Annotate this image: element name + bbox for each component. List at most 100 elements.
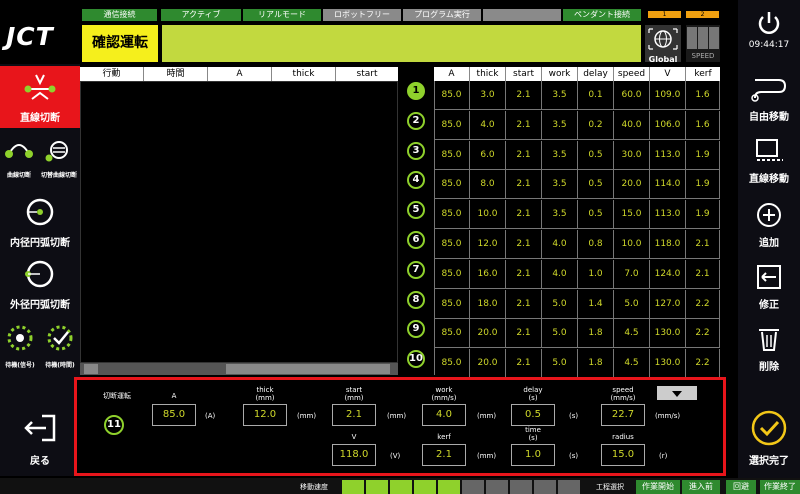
cut-table-cell[interactable]: 0.5	[578, 140, 614, 170]
cut-table-cell[interactable]: 5.0	[542, 349, 578, 379]
speed-segment-2[interactable]	[366, 480, 388, 494]
speed-segment-6[interactable]	[462, 480, 484, 494]
curve-cut-button[interactable]: 曲線切断	[0, 132, 38, 190]
cut-table-cell[interactable]: 1.8	[578, 349, 614, 379]
cut-table-cell[interactable]: 2.2	[686, 349, 720, 379]
speed-segment-1[interactable]	[342, 480, 364, 494]
cut-table-cell[interactable]: 0.2	[578, 110, 614, 140]
cut-table-cell[interactable]: 5.0	[614, 289, 650, 319]
cut-table-cell[interactable]: 20.0	[470, 349, 506, 379]
cut-table-cell[interactable]: 0.5	[578, 200, 614, 230]
start-field[interactable]: 2.1	[332, 404, 376, 426]
cut-table-cell[interactable]: 106.0	[650, 110, 686, 140]
back-button[interactable]: 戻る	[0, 408, 80, 474]
cut-table-cell[interactable]: 4.5	[614, 349, 650, 379]
cut-table-cell[interactable]: 85.0	[434, 289, 470, 319]
delete-button[interactable]: 削除	[738, 322, 800, 378]
speed-segment-9[interactable]	[534, 480, 556, 494]
time-field[interactable]: 1.0	[511, 444, 555, 466]
cut-table-cell[interactable]: 1.0	[578, 259, 614, 289]
straight-cut-button[interactable]: 直線切断	[0, 66, 80, 128]
a-field[interactable]: 85.0	[152, 404, 196, 426]
cut-table-cell[interactable]: 3.5	[542, 140, 578, 170]
cut-table-cell[interactable]: 10.0	[470, 200, 506, 230]
cut-table-cell[interactable]: 40.0	[614, 110, 650, 140]
modify-button[interactable]: 修正	[738, 262, 800, 316]
speed-segment-7[interactable]	[486, 480, 508, 494]
cut-table-cell[interactable]: 0.5	[578, 170, 614, 200]
cut-table-cell[interactable]: 85.0	[434, 140, 470, 170]
v-field[interactable]: 118.0	[332, 444, 376, 466]
coordinate-button[interactable]: Global	[645, 25, 681, 64]
cut-table-cell[interactable]: 2.2	[686, 289, 720, 319]
row-number-3[interactable]: 3	[407, 141, 425, 160]
cut-table-cell[interactable]: 1.6	[686, 81, 720, 110]
cut-table-cell[interactable]: 3.0	[470, 81, 506, 110]
cut-table-cell[interactable]: 2.1	[506, 200, 542, 230]
row-number-8[interactable]: 8	[407, 290, 425, 309]
thick-field[interactable]: 12.0	[243, 404, 287, 426]
cut-table-cell[interactable]: 85.0	[434, 110, 470, 140]
forward-button[interactable]: 進入前	[682, 480, 720, 494]
cut-table-cell[interactable]: 1.4	[578, 289, 614, 319]
cut-table-cell[interactable]: 85.0	[434, 259, 470, 289]
power-button[interactable]: 09:44:17	[738, 8, 800, 58]
cut-table-cell[interactable]: 2.1	[506, 289, 542, 319]
cut-table-cell[interactable]: 30.0	[614, 140, 650, 170]
cut-table-cell[interactable]: 2.1	[506, 140, 542, 170]
cut-table-cell[interactable]: 2.1	[506, 349, 542, 379]
cut-table-cell[interactable]: 85.0	[434, 81, 470, 110]
cut-table-cell[interactable]: 118.0	[650, 230, 686, 259]
free-move-button[interactable]: 自由移動	[738, 72, 800, 128]
cut-table-cell[interactable]: 3.5	[542, 200, 578, 230]
speed-segment-3[interactable]	[390, 480, 412, 494]
cut-table-cell[interactable]: 124.0	[650, 259, 686, 289]
cut-table-cell[interactable]: 1.9	[686, 200, 720, 230]
cut-table-cell[interactable]: 1.8	[578, 319, 614, 349]
inner-arc-cut-button[interactable]: 内径円弧切断	[0, 194, 80, 252]
speed-field[interactable]: 22.7	[601, 404, 645, 426]
cut-table-cell[interactable]: 60.0	[614, 81, 650, 110]
cut-table-cell[interactable]: 2.1	[506, 170, 542, 200]
cut-table-cell[interactable]: 3.5	[542, 81, 578, 110]
work-field[interactable]: 4.0	[422, 404, 466, 426]
cut-table-cell[interactable]: 109.0	[650, 81, 686, 110]
cut-table-cell[interactable]: 1.6	[686, 110, 720, 140]
cut-table-cell[interactable]: 85.0	[434, 170, 470, 200]
cut-table-cell[interactable]: 130.0	[650, 319, 686, 349]
cut-table-cell[interactable]: 85.0	[434, 319, 470, 349]
row-number-7[interactable]: 7	[407, 260, 425, 279]
radius-field[interactable]: 15.0	[601, 444, 645, 466]
row-number-1[interactable]: 1	[407, 82, 425, 100]
cut-table-cell[interactable]: 85.0	[434, 349, 470, 379]
cut-table-cell[interactable]: 2.1	[506, 110, 542, 140]
cut-table-cell[interactable]: 4.5	[614, 319, 650, 349]
cut-table-cell[interactable]: 20.0	[470, 319, 506, 349]
cut-table-cell[interactable]: 4.0	[542, 259, 578, 289]
row-number-5[interactable]: 5	[407, 201, 425, 220]
cut-table-cell[interactable]: 0.8	[578, 230, 614, 259]
add-button[interactable]: 追加	[738, 200, 800, 254]
delay-field[interactable]: 0.5	[511, 404, 555, 426]
cut-table-cell[interactable]: 3.5	[542, 110, 578, 140]
cut-table-cell[interactable]: 18.0	[470, 289, 506, 319]
switch-curve-cut-button[interactable]: 切替曲線切断	[38, 132, 80, 190]
cut-table-cell[interactable]: 5.0	[542, 319, 578, 349]
cut-table-cell[interactable]: 1.9	[686, 170, 720, 200]
action-table-body[interactable]	[80, 81, 398, 363]
work-end-button[interactable]: 作業終了	[760, 480, 800, 494]
cut-table-cell[interactable]: 85.0	[434, 200, 470, 230]
cut-table-cell[interactable]: 2.1	[686, 230, 720, 259]
speed-segment-4[interactable]	[414, 480, 436, 494]
select-done-button[interactable]: 選択完了	[738, 408, 800, 472]
cut-table-cell[interactable]: 3.5	[542, 170, 578, 200]
cut-table-cell[interactable]: 2.1	[686, 259, 720, 289]
cut-table-cell[interactable]: 114.0	[650, 170, 686, 200]
cut-table-cell[interactable]: 5.0	[542, 289, 578, 319]
dropdown-button[interactable]	[657, 386, 697, 400]
row-number-6[interactable]: 6	[407, 231, 425, 249]
speed-segment-10[interactable]	[558, 480, 580, 494]
wait-signal-button[interactable]: 待機(信号)	[0, 320, 40, 378]
wait-time-button[interactable]: 待機(時間)	[40, 320, 80, 378]
cut-table-cell[interactable]: 10.0	[614, 230, 650, 259]
